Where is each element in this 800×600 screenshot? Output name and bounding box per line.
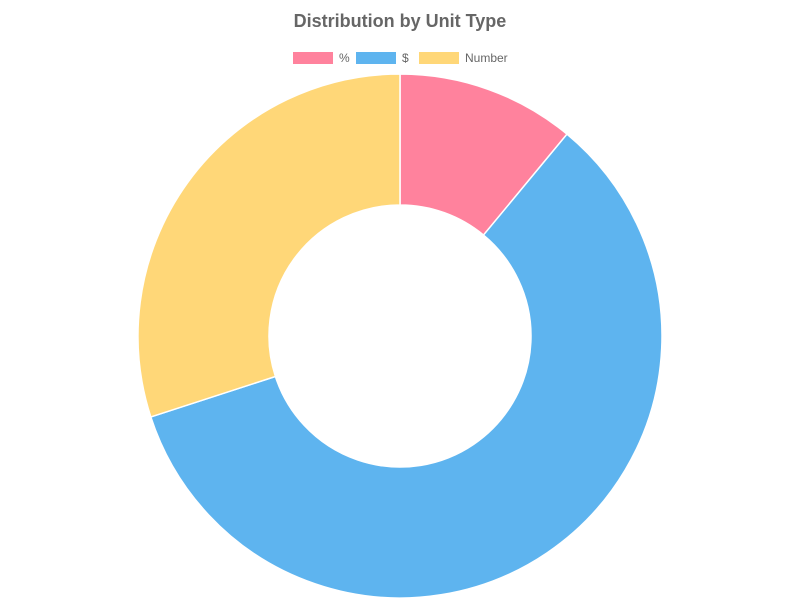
chart-legend: % $ Number [293, 51, 508, 65]
legend-item[interactable]: % [293, 51, 350, 65]
legend-swatch [356, 52, 396, 64]
legend-label: Number [465, 51, 508, 65]
doughnut-slice[interactable] [137, 73, 401, 418]
legend-item[interactable]: Number [419, 51, 508, 65]
chart-title: Distribution by Unit Type [294, 11, 507, 31]
legend-swatch [293, 52, 333, 64]
legend-swatch [419, 52, 459, 64]
chart-slices [137, 73, 663, 599]
legend-item[interactable]: $ [356, 51, 409, 65]
chart-canvas: Distribution by Unit Type % $ Number [137, 11, 663, 599]
doughnut-chart: Distribution by Unit Type % $ Number [0, 0, 800, 600]
legend-label: % [339, 51, 350, 65]
legend-label: $ [402, 51, 409, 65]
